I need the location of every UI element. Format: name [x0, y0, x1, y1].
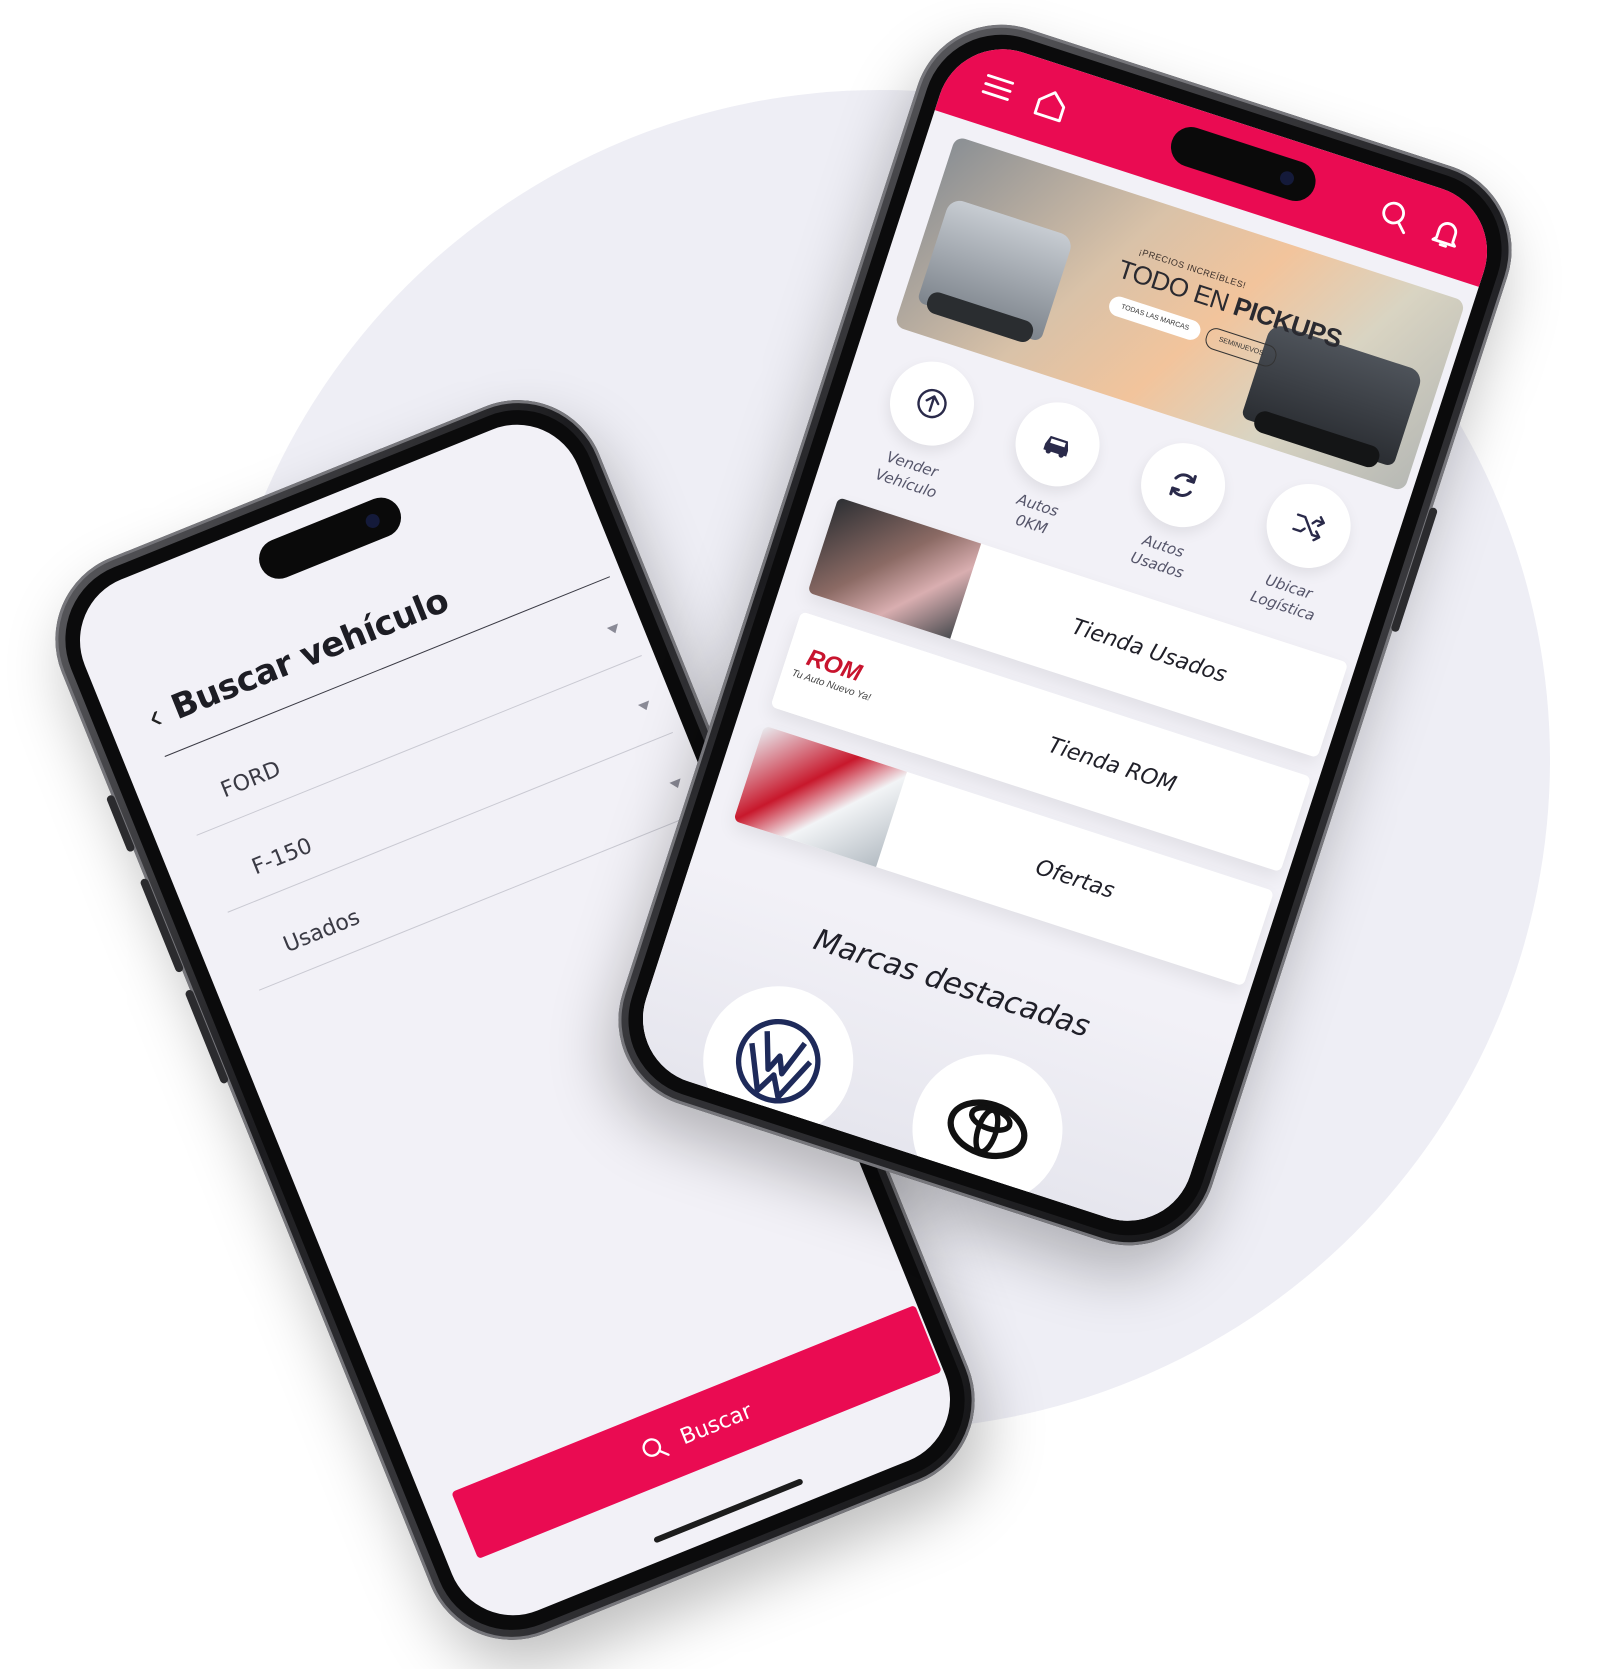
upload-arrow-icon [917, 388, 947, 419]
quick-action-logistics[interactable]: Ubicar Logística [1223, 467, 1379, 633]
car-icon [1043, 435, 1069, 458]
caret-down-icon [637, 700, 653, 713]
home-icon[interactable] [1030, 83, 1073, 126]
quick-action-label: Vender Vehículo [846, 436, 972, 511]
quick-action-sell[interactable]: Vender Vehículo [846, 345, 1002, 511]
chevron-left-icon[interactable]: ‹ [143, 697, 168, 736]
refresh-icon [1169, 473, 1197, 497]
store-thumbnail [807, 497, 982, 639]
caret-down-icon [669, 778, 684, 791]
model-select-value: F-150 [248, 833, 316, 881]
menu-icon[interactable] [976, 66, 1019, 109]
quick-action-used-cars[interactable]: Autos Usados [1097, 427, 1253, 593]
caret-down-icon [606, 623, 621, 636]
quick-action-label: Ubicar Logística [1223, 559, 1349, 634]
pickup-truck-image [916, 197, 1075, 343]
quick-action-circle [1255, 473, 1362, 579]
quick-action-label: Autos 0KM [971, 477, 1097, 552]
store-thumbnail [733, 725, 907, 867]
brand-select-value: FORD [217, 756, 285, 804]
quick-action-circle [879, 350, 985, 457]
dynamic-island [253, 491, 408, 585]
camera-icon [363, 511, 382, 531]
bell-icon[interactable] [1425, 212, 1468, 255]
search-button-label: Buscar [676, 1398, 756, 1450]
volkswagen-logo-icon [735, 1018, 821, 1104]
quick-action-label: Autos Usados [1097, 518, 1223, 593]
condition-select-value: Usados [279, 904, 364, 959]
toyota-logo-icon [947, 1099, 1028, 1160]
quick-action-circle [1130, 432, 1237, 539]
quick-action-new-cars[interactable]: Autos 0KM [971, 386, 1127, 552]
rom-logo-thumbnail: ROM Tu Auto Nuevo Ya! [770, 611, 945, 753]
quick-action-circle [1004, 391, 1111, 498]
camera-icon [1278, 169, 1296, 188]
search-icon [642, 1438, 671, 1457]
search-icon[interactable] [1374, 195, 1417, 238]
home-indicator[interactable] [653, 1478, 804, 1544]
shuffle-icon [1292, 513, 1325, 542]
